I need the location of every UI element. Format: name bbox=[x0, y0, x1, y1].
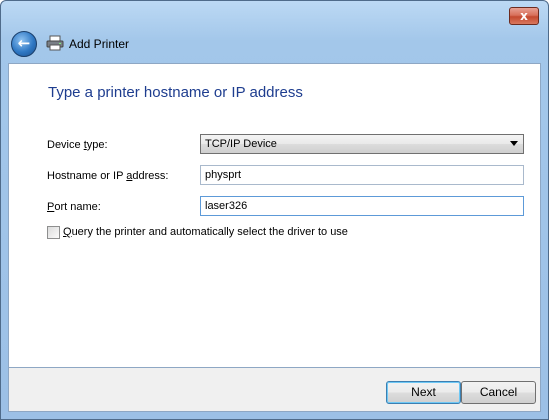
page-heading: Type a printer hostname or IP address bbox=[48, 84, 303, 101]
wizard-content: Type a printer hostname or IP address De… bbox=[8, 63, 541, 368]
next-button[interactable]: Next bbox=[386, 381, 461, 404]
port-name-label: Port name: bbox=[47, 201, 101, 213]
hostname-label: Hostname or IP address: bbox=[47, 170, 169, 182]
close-icon: x bbox=[520, 9, 528, 23]
query-printer-checkbox[interactable] bbox=[47, 226, 60, 239]
back-button[interactable]: ← bbox=[11, 31, 37, 57]
close-button[interactable]: x bbox=[509, 7, 539, 25]
chevron-down-icon bbox=[510, 141, 518, 146]
query-printer-label[interactable]: Query the printer and automatically sele… bbox=[63, 226, 348, 238]
add-printer-window: x ← Add Printer Type a printer hostname … bbox=[0, 0, 549, 420]
device-type-value: TCP/IP Device bbox=[205, 138, 277, 150]
wizard-footer: Next Cancel bbox=[8, 368, 541, 412]
window-title: Add Printer bbox=[69, 37, 130, 51]
printer-icon bbox=[46, 35, 64, 51]
device-type-select[interactable]: TCP/IP Device bbox=[200, 134, 524, 154]
port-name-input[interactable]: laser326 bbox=[200, 196, 524, 216]
device-type-label: Device type: bbox=[47, 139, 108, 151]
title-bar: x ← Add Printer bbox=[1, 1, 548, 63]
back-arrow-icon: ← bbox=[17, 34, 31, 52]
cancel-button[interactable]: Cancel bbox=[461, 381, 536, 404]
hostname-input[interactable]: physprt bbox=[200, 165, 524, 185]
